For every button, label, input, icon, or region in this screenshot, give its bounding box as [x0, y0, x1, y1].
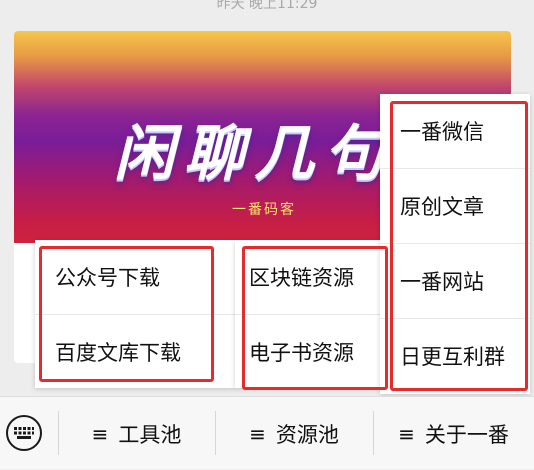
bottom-menu-about-label: 关于一番: [424, 422, 509, 447]
bottom-menu-about[interactable]: ≡ 关于一番: [373, 397, 534, 470]
bottom-menu-tools[interactable]: ≡ 工具池: [58, 397, 215, 470]
submenu-item-blockchain-resources[interactable]: 区块链资源: [235, 240, 390, 314]
submenu-item-daily-group[interactable]: 日更互利群: [380, 319, 530, 393]
bottom-menu-resources-label: 资源池: [275, 422, 339, 447]
keyboard-icon: [14, 427, 34, 439]
menu-list-icon: ≡: [398, 421, 415, 446]
submenu-item-yifan-website[interactable]: 一番网站: [380, 244, 530, 318]
menu-list-icon: ≡: [91, 421, 109, 446]
submenu-item-baidu-wenku-download[interactable]: 百度文库下载: [35, 315, 235, 389]
keyboard-toggle-button[interactable]: [6, 415, 42, 451]
submenu-item-wechat-download[interactable]: 公众号下载: [35, 240, 235, 314]
banner-title: 闲聊几句: [114, 119, 394, 189]
menu-list-icon: ≡: [249, 421, 266, 446]
bottom-menu-tools-label: 工具池: [118, 422, 182, 447]
bottom-menu-bar: ≡ 工具池 ≡ 资源池 ≡ 关于一番: [0, 396, 534, 469]
chat-timestamp: 昨天 晚上11:29: [216, 0, 318, 12]
bottom-menu-resources[interactable]: ≡ 资源池: [215, 397, 373, 470]
resources-submenu: 区块链资源 电子书资源: [235, 240, 390, 388]
submenu-item-ebook-resources[interactable]: 电子书资源: [235, 315, 390, 389]
about-submenu: 一番微信 原创文章 一番网站 日更互利群: [380, 94, 530, 394]
banner-subtitle: 一番码客: [232, 202, 296, 218]
submenu-item-yifan-wechat[interactable]: 一番微信: [380, 94, 530, 168]
submenu-item-original-articles[interactable]: 原创文章: [380, 169, 530, 243]
tools-submenu: 公众号下载 百度文库下载: [35, 240, 235, 388]
